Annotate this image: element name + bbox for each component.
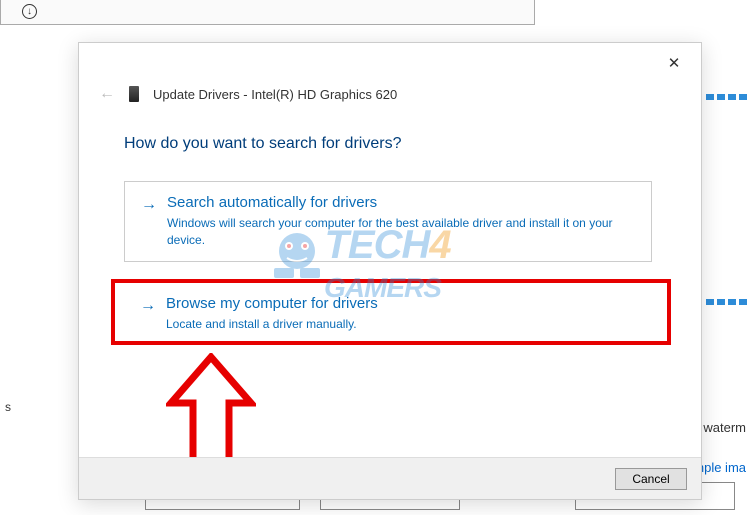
device-icon <box>129 86 139 102</box>
option-title: Search automatically for drivers <box>167 194 635 211</box>
decorative-dashes <box>706 292 751 300</box>
cancel-button[interactable]: Cancel <box>615 468 687 490</box>
option-content: Browse my computer for drivers Locate an… <box>166 295 636 333</box>
background-text: waterm <box>703 420 746 435</box>
dialog-heading: How do you want to search for drivers? <box>124 135 401 153</box>
option-description: Windows will search your computer for th… <box>167 215 635 249</box>
option-description: Locate and install a driver manually. <box>166 316 636 333</box>
dialog-title: Update Drivers - Intel(R) HD Graphics 62… <box>153 87 397 102</box>
arrow-right-icon: → <box>141 194 157 249</box>
update-drivers-dialog: ✕ ← Update Drivers - Intel(R) HD Graphic… <box>78 42 702 500</box>
back-arrow-icon: ← <box>99 85 115 103</box>
download-icon: ↓ <box>22 4 37 19</box>
option-title: Browse my computer for drivers <box>166 295 636 312</box>
background-text: s <box>5 400 11 414</box>
background-link[interactable]: nple ima <box>697 460 746 475</box>
option-browse-computer[interactable]: → Browse my computer for drivers Locate … <box>124 283 652 345</box>
option-content: Search automatically for drivers Windows… <box>167 194 635 249</box>
option-search-automatically[interactable]: → Search automatically for drivers Windo… <box>124 181 652 262</box>
dialog-footer: Cancel <box>79 457 701 499</box>
arrow-right-icon: → <box>140 295 156 333</box>
close-icon: ✕ <box>668 54 681 72</box>
decorative-dashes <box>706 87 751 95</box>
dialog-header: ← Update Drivers - Intel(R) HD Graphics … <box>99 85 397 103</box>
background-window-fragment <box>0 0 535 25</box>
close-button[interactable]: ✕ <box>659 51 689 75</box>
